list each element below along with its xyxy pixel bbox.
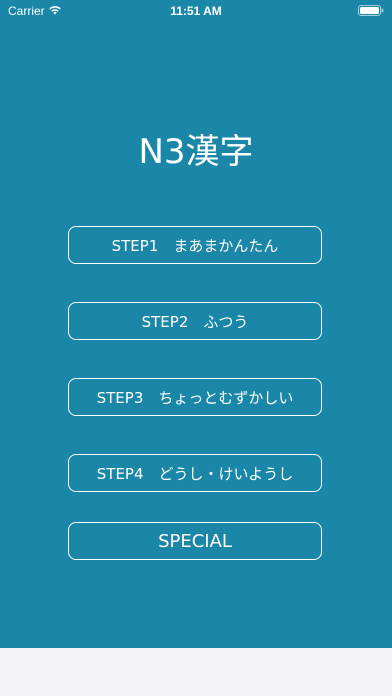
bottom-safe-area — [0, 648, 392, 696]
battery-icon — [358, 5, 384, 16]
status-time: 11:51 AM — [170, 4, 222, 18]
app-screen: Carrier 11:51 AM N3漢字 STEP1 まあまかんたん STEP… — [0, 0, 392, 696]
main-panel: Carrier 11:51 AM N3漢字 STEP1 まあまかんたん STEP… — [0, 0, 392, 648]
page-title: N3漢字 — [138, 132, 254, 172]
status-bar: Carrier 11:51 AM — [0, 0, 392, 22]
step1-button[interactable]: STEP1 まあまかんたん — [68, 226, 322, 264]
step2-button[interactable]: STEP2 ふつう — [68, 302, 322, 340]
special-button[interactable]: SPECIAL — [68, 522, 322, 560]
step3-button[interactable]: STEP3 ちょっとむずかしい — [68, 378, 322, 416]
step4-button[interactable]: STEP4 どうし・けいようし — [68, 454, 322, 492]
